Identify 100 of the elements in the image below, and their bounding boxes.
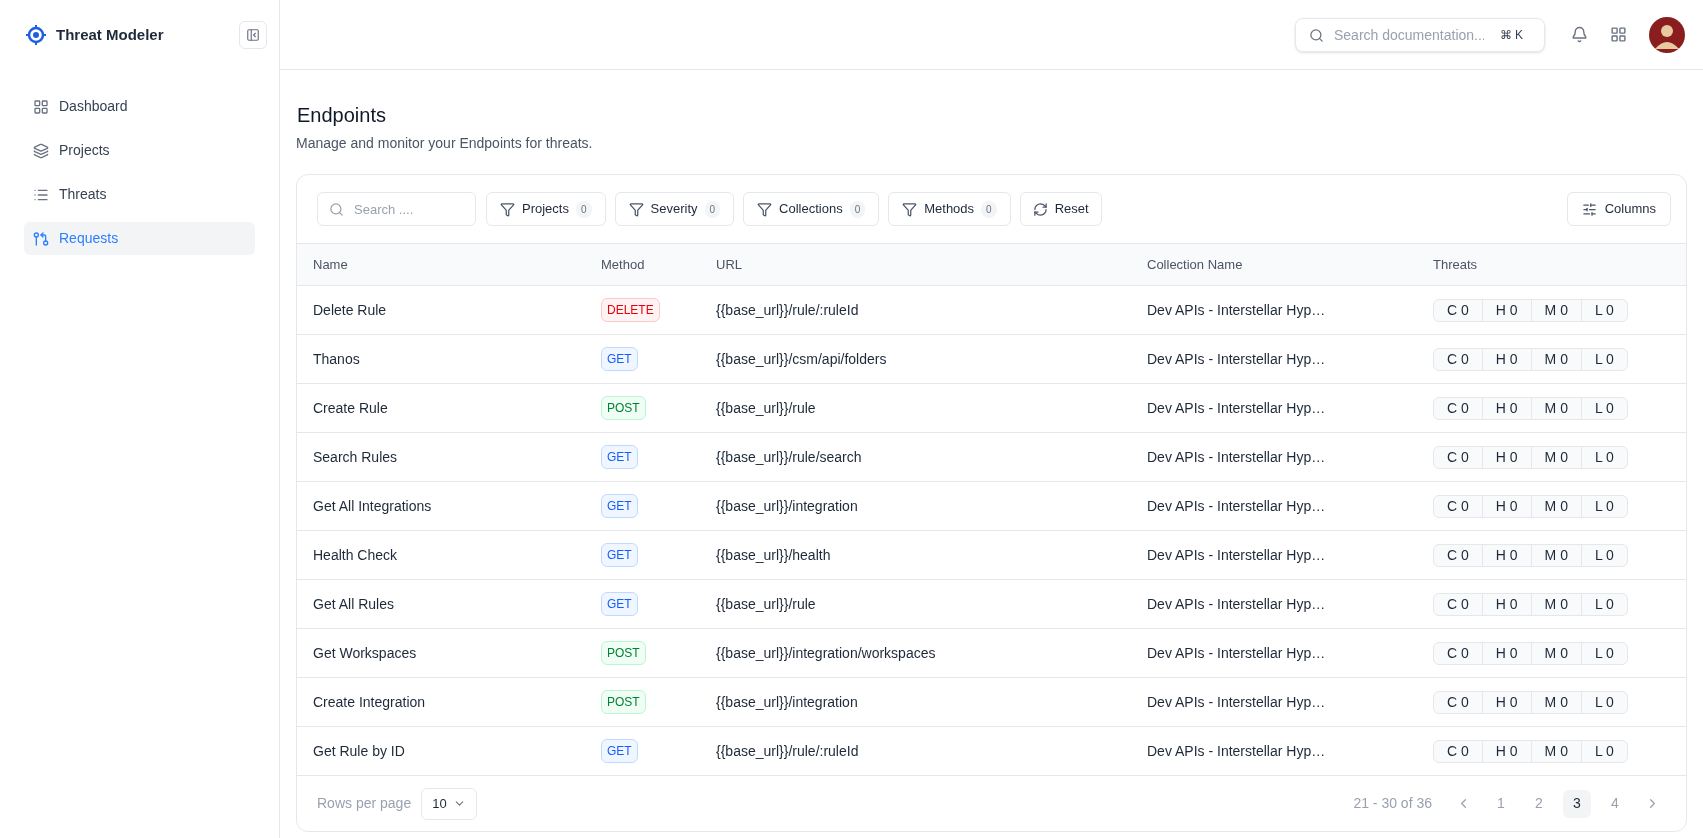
threat-count: C 0: [1446, 447, 1470, 467]
threat-count: C 0: [1446, 300, 1470, 320]
sidebar-item[interactable]: Requests: [24, 222, 255, 255]
filter-count: 0: [981, 200, 997, 218]
threat-count: M 0: [1530, 299, 1581, 321]
threat-count: M 0: [1530, 495, 1581, 517]
threat-count: C 0: [1446, 398, 1470, 418]
table-search-field[interactable]: Search ....: [317, 192, 476, 226]
table-cell: {{base_url}}/csm/api/folders: [716, 350, 887, 367]
threat-count: H 0: [1481, 446, 1531, 468]
branch-icon: [33, 230, 49, 247]
table-cell: Dev APIs - Interstellar Hyp…: [1147, 742, 1326, 759]
method-badge: GET: [601, 347, 638, 371]
method-badge: DELETE: [601, 298, 660, 322]
threat-count: L 0: [1580, 299, 1627, 321]
table-cell: Delete Rule: [313, 301, 387, 318]
table-cell: {{base_url}}/rule: [716, 399, 816, 416]
threat-count: L 0: [1580, 740, 1627, 762]
filter-icon: [500, 201, 515, 217]
table-cell: Dev APIs - Interstellar Hyp…: [1147, 546, 1326, 563]
threat-count: M 0: [1530, 348, 1581, 370]
threat-count: M 0: [1530, 740, 1581, 762]
threat-count: L 0: [1580, 348, 1627, 370]
table-cell: Dev APIs - Interstellar Hyp…: [1147, 644, 1326, 661]
page-button[interactable]: 3: [1563, 789, 1591, 818]
threat-count: H 0: [1481, 593, 1531, 615]
threat-count: H 0: [1481, 495, 1531, 517]
table-cell: Thanos: [313, 350, 360, 367]
table-cell: Get All Rules: [313, 595, 394, 612]
threat-count: H 0: [1481, 691, 1531, 713]
threat-count: M 0: [1530, 544, 1581, 566]
column-header: Name: [313, 256, 348, 272]
column-header: Threats: [1433, 256, 1478, 272]
table-cell: Dev APIs - Interstellar Hyp…: [1147, 595, 1326, 612]
filter-button[interactable]: Severity 0: [614, 192, 735, 226]
method-badge: GET: [601, 592, 638, 616]
collapse-sidebar-button[interactable]: [239, 21, 267, 49]
column-header: Collection Name: [1147, 256, 1243, 272]
threat-count: L 0: [1580, 397, 1627, 419]
table-cell: {{base_url}}/rule/:ruleId: [716, 742, 859, 759]
filter-icon: [902, 201, 918, 217]
table-cell: {{base_url}}/integration: [716, 693, 858, 710]
app-name: Threat Modeler: [56, 24, 164, 45]
table-cell: {{base_url}}/integration/workspaces: [716, 644, 936, 661]
threat-count: L 0: [1580, 495, 1627, 517]
table-cell: {{base_url}}/rule/:ruleId: [716, 301, 859, 318]
threat-count: L 0: [1580, 593, 1627, 615]
filter-icon: [628, 201, 644, 217]
filter-button[interactable]: Collections 0: [743, 192, 880, 226]
avatar[interactable]: [1649, 16, 1685, 53]
sidebar-item[interactable]: Projects: [24, 134, 255, 167]
table-cell: {{base_url}}/health: [716, 546, 831, 563]
filter-icon: [757, 201, 773, 217]
notification-bell-icon[interactable]: [1571, 26, 1588, 43]
threat-count: M 0: [1530, 691, 1581, 713]
crosshair-logo-icon: [26, 25, 46, 45]
collapse-icon: [246, 28, 260, 42]
threat-count: H 0: [1481, 642, 1531, 664]
grid-icon: [33, 98, 49, 115]
filter-count: 0: [575, 200, 592, 218]
search-icon: [329, 202, 344, 217]
method-badge: POST: [601, 690, 646, 714]
table-cell: Get Rule by ID: [313, 742, 405, 759]
table-cell: Create Rule: [313, 399, 388, 416]
table-cell: {{base_url}}/rule: [716, 595, 816, 612]
sliders-icon: [1581, 201, 1597, 217]
threat-count: M 0: [1530, 642, 1581, 664]
search-icon: [1309, 27, 1324, 43]
columns-button[interactable]: Columns: [1566, 192, 1671, 226]
filter-button[interactable]: Methods 0: [888, 192, 1011, 226]
table-cell: Dev APIs - Interstellar Hyp…: [1147, 448, 1326, 465]
threat-count: C 0: [1446, 496, 1470, 516]
table-cell: Get Workspaces: [313, 644, 417, 661]
page-subtitle: Manage and monitor your Endpoints for threats.: [296, 134, 594, 153]
threat-count: H 0: [1481, 299, 1531, 321]
threat-count: C 0: [1446, 643, 1470, 663]
filter-count: 0: [849, 200, 866, 218]
threat-count: C 0: [1446, 594, 1470, 614]
method-badge: GET: [601, 445, 638, 469]
reset-button[interactable]: Reset: [1019, 192, 1102, 226]
table-cell: Dev APIs - Interstellar Hyp…: [1147, 497, 1326, 514]
table-cell: Create Integration: [313, 693, 426, 710]
threat-count: C 0: [1446, 545, 1470, 565]
sidebar-item[interactable]: Threats: [24, 178, 255, 211]
rows-per-page-select[interactable]: 10: [421, 787, 477, 820]
threat-count: C 0: [1446, 692, 1470, 712]
sidebar-item[interactable]: Dashboard: [24, 90, 255, 123]
table-cell: Get All Integrations: [313, 497, 432, 514]
table-cell: Health Check: [313, 546, 398, 563]
method-badge: GET: [601, 543, 638, 567]
method-badge: POST: [601, 396, 646, 420]
table-cell: Dev APIs - Interstellar Hyp…: [1147, 350, 1326, 367]
threat-count: H 0: [1481, 740, 1531, 762]
column-header: URL: [716, 256, 742, 272]
threat-count: L 0: [1580, 691, 1627, 713]
apps-grid-icon[interactable]: [1610, 26, 1627, 43]
layers-icon: [33, 142, 49, 159]
column-header: Method: [601, 256, 645, 272]
filter-button[interactable]: Projects 0: [486, 192, 606, 226]
table-cell: Dev APIs - Interstellar Hyp…: [1147, 399, 1326, 416]
